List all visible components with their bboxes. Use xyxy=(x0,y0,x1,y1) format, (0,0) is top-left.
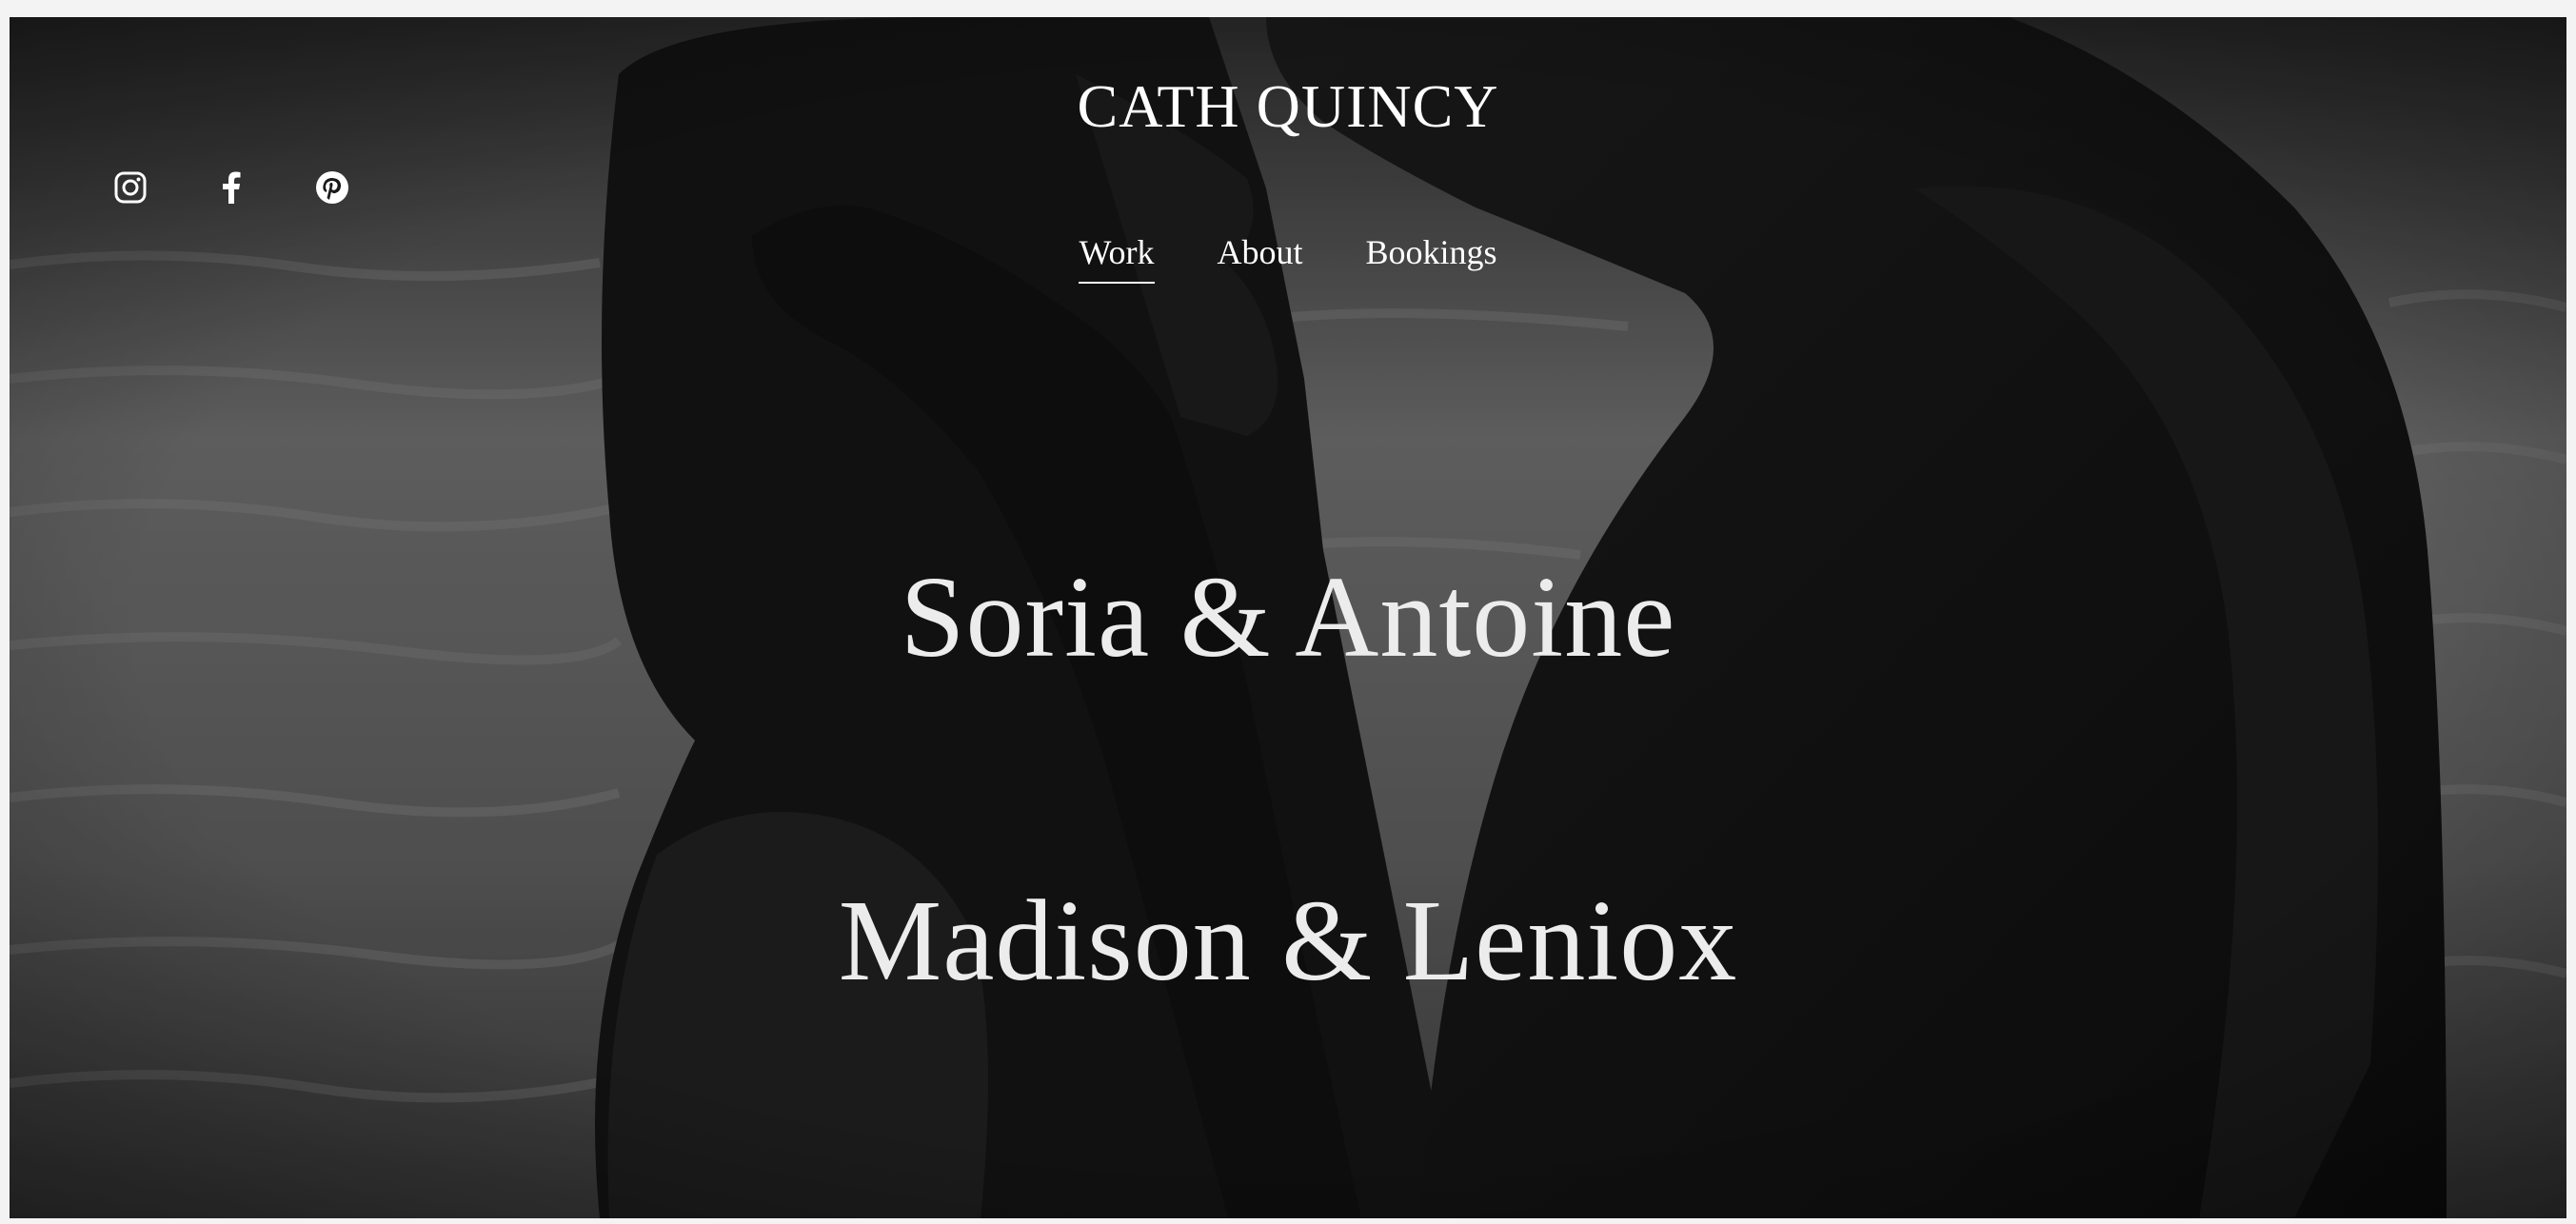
nav-item-bookings[interactable]: Bookings xyxy=(1366,233,1497,284)
hero-section: CATH QUINCY Work About Bookings Soria & … xyxy=(10,17,2566,1218)
pinterest-link[interactable] xyxy=(314,169,350,206)
instagram-link[interactable] xyxy=(112,169,149,206)
nav-item-about[interactable]: About xyxy=(1218,233,1303,284)
main-nav: Work About Bookings xyxy=(10,233,2566,284)
instagram-icon xyxy=(114,171,147,204)
project-link-madison-leniox[interactable]: Madison & Leniox xyxy=(10,883,2566,999)
facebook-icon xyxy=(223,171,241,204)
site-title[interactable]: CATH QUINCY xyxy=(10,76,2566,137)
project-link-soria-antoine[interactable]: Soria & Antoine xyxy=(10,560,2566,676)
facebook-link[interactable] xyxy=(213,169,249,206)
social-links xyxy=(112,169,350,206)
pinterest-icon xyxy=(316,171,348,204)
project-list: Soria & Antoine Madison & Leniox xyxy=(10,560,2566,999)
site-header: CATH QUINCY Work About Bookings xyxy=(10,17,2566,322)
nav-item-work[interactable]: Work xyxy=(1079,233,1155,284)
